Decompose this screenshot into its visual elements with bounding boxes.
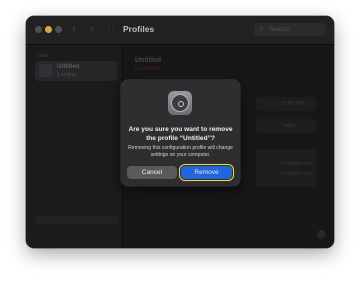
cancel-button[interactable]: Cancel — [127, 166, 177, 179]
gear-hub — [178, 101, 184, 107]
dialog-title: Are you sure you want to remove the prof… — [128, 126, 233, 142]
remove-profile-dialog: Are you sure you want to remove the prof… — [121, 80, 240, 186]
gear-ring — [171, 94, 189, 112]
remove-button[interactable]: Remove — [179, 164, 234, 181]
dialog-message: Removing this configuration profile will… — [128, 145, 233, 158]
system-settings-gear-icon — [168, 91, 192, 115]
